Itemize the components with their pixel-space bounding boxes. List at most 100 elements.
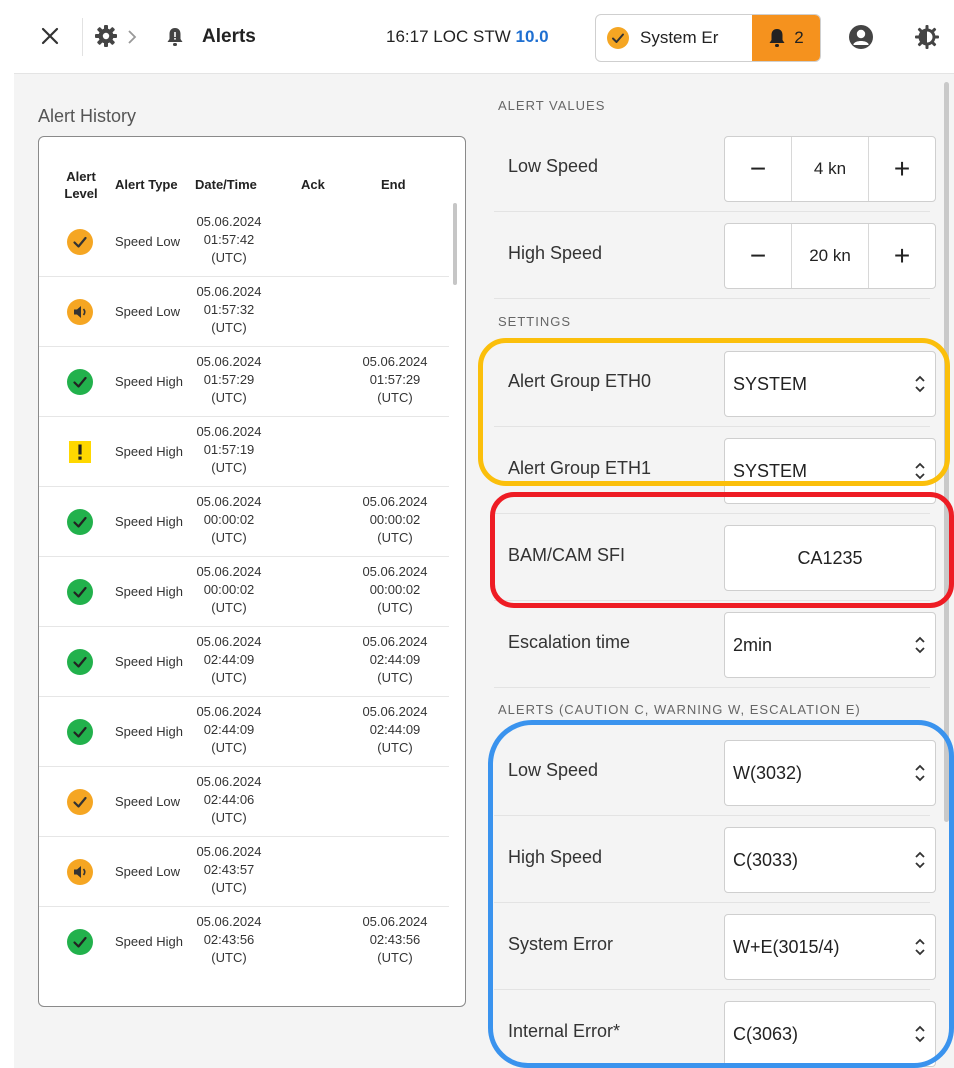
divider [82,18,83,56]
low-speed-decrement-button[interactable]: − [725,137,791,201]
table-row[interactable]: Speed High 05.06.2024 01:57:19 (UTC) [39,417,449,487]
alert-date: 05.06.2024 [196,284,262,299]
loc-label: LOC [433,27,469,46]
header-ack: Ack [301,177,325,192]
resolved-check-icon [66,648,94,676]
gear-icon[interactable] [92,22,120,50]
resolved-check-icon [66,368,94,396]
end-timezone: (UTC) [377,740,413,755]
alert-timezone: (UTC) [211,320,247,335]
table-row[interactable]: Speed High 05.06.2024 02:43:56 (UTC) 05.06.2… [39,907,449,977]
updown-arrow-icon [905,828,935,892]
end-date: 05.06.2024 [362,634,428,649]
table-row[interactable]: Speed High 05.06.2024 00:00:02 (UTC) 05.06.2… [39,557,449,627]
status-indicator[interactable]: System Er [596,15,752,61]
end-date: 05.06.2024 [362,354,428,369]
header-datetime: Date/Time [195,177,257,192]
header-type: Alert Type [115,177,178,192]
low-speed-stepper[interactable]: − 4 kn + [724,136,936,202]
high-speed-stepper[interactable]: − 20 kn + [724,223,936,289]
alert-type: Speed Low [115,794,181,809]
stw-label: STW [472,27,511,46]
alert-end: 05.06.2024 02:44:09 (UTC) [355,633,435,687]
alert-datetime: 05.06.2024 02:43:56 (UTC) [189,913,269,967]
alert-internal-error-select[interactable]: C(3063) [724,1001,936,1067]
section-alerts: ALERTS (CAUTION C, WARNING W, ESCALATION… [498,702,861,717]
table-row[interactable]: Speed Low 05.06.2024 02:44:06 (UTC) [39,767,449,837]
bam-cam-sfi-row: BAM/CAM SFI CA1235 [494,515,936,601]
end-timezone: (UTC) [377,390,413,405]
alert-type: Speed High [115,934,183,949]
alert-high-speed-row: High Speed C(3033) [494,817,936,903]
table-row[interactable]: Speed Low 05.06.2024 01:57:32 (UTC) [39,277,449,347]
alert-datetime: 05.06.2024 01:57:29 (UTC) [189,353,269,407]
high-speed-increment-button[interactable]: + [869,224,935,288]
alert-timezone: (UTC) [211,810,247,825]
alert-timezone: (UTC) [211,390,247,405]
system-status-button[interactable]: System Er 2 [595,14,821,62]
low-speed-label: Low Speed [508,156,599,176]
alert-type: Speed High [115,374,183,389]
table-row[interactable]: Speed High 05.06.2024 01:57:29 (UTC) 05.06.2… [39,347,449,417]
bam-cam-sfi-label: BAM/CAM SFI [508,545,626,565]
alert-group-eth1-select[interactable]: SYSTEM [724,438,936,504]
stw-value: 10.0 [515,27,549,46]
table-row[interactable]: Speed Low 05.06.2024 01:57:42 (UTC) [39,207,449,277]
updown-arrow-icon [905,613,935,677]
close-icon[interactable] [36,22,64,50]
escalation-time-select[interactable]: 2min [724,612,936,678]
low-speed-increment-button[interactable]: + [869,137,935,201]
active-alerts-badge[interactable]: 2 [752,15,820,61]
alert-type: Speed High [115,444,183,459]
header-end: End [381,177,406,192]
user-icon[interactable] [846,22,876,52]
end-date: 05.06.2024 [362,564,428,579]
alert-type: Speed Low [115,234,181,249]
end-timezone: (UTC) [377,600,413,615]
alert-type: Speed Low [115,864,181,879]
alert-timezone: (UTC) [211,250,247,265]
alert-system-error-select[interactable]: W+E(3015/4) [724,914,936,980]
table-row[interactable]: Speed High 05.06.2024 00:00:02 (UTC) 05.06.2… [39,487,449,557]
alert-internal-error-label: Internal Error* [508,1021,621,1041]
low-speed-row: Low Speed − 4 kn + [494,126,936,212]
alert-datetime: 05.06.2024 01:57:19 (UTC) [189,423,269,477]
end-timezone: (UTC) [377,950,413,965]
alert-datetime: 05.06.2024 00:00:02 (UTC) [189,563,269,617]
alert-history-pane: Alert History Alert Level Alert Type Dat… [14,74,486,1068]
alert-timezone: (UTC) [211,600,247,615]
high-speed-label: High Speed [508,243,603,263]
high-speed-row: High Speed − 20 kn + [494,213,936,299]
table-row[interactable]: Speed High 05.06.2024 02:44:09 (UTC) 05.06.2… [39,697,449,767]
end-time: 00:00:02 [369,512,421,527]
alert-group-eth1-label: Alert Group ETH1 [508,458,652,478]
alert-timezone: (UTC) [211,950,247,965]
escalation-time-row: Escalation time 2min [494,602,936,688]
updown-arrow-icon [905,439,935,503]
alert-group-eth0-select[interactable]: SYSTEM [724,351,936,417]
alert-history-table[interactable]: Alert Level Alert Type Date/Time Ack End… [38,136,466,1007]
alert-low-speed-label: Low Speed [508,760,599,780]
theme-icon[interactable] [912,22,942,52]
alert-datetime: 05.06.2024 01:57:42 (UTC) [189,213,269,267]
resolved-check-icon [66,928,94,956]
alert-type: Speed High [115,654,183,669]
alert-timezone: (UTC) [211,530,247,545]
alert-date: 05.06.2024 [196,634,262,649]
settings-scrollbar[interactable] [944,82,949,822]
alert-high-speed-select[interactable]: C(3033) [724,827,936,893]
high-speed-decrement-button[interactable]: − [725,224,791,288]
table-row[interactable]: Speed High 05.06.2024 02:44:09 (UTC) 05.06.2… [39,627,449,697]
table-row[interactable]: Speed Low 05.06.2024 02:43:57 (UTC) [39,837,449,907]
end-time: 02:44:09 [369,652,421,667]
scrollbar[interactable] [453,203,457,285]
escalation-time-label: Escalation time [508,632,631,652]
alert-end: 05.06.2024 00:00:02 (UTC) [355,493,435,547]
alert-end: 05.06.2024 01:57:29 (UTC) [355,353,435,407]
bam-cam-sfi-input[interactable]: CA1235 [724,525,936,591]
alert-low-speed-select[interactable]: W(3032) [724,740,936,806]
alert-time: 02:43:57 [203,862,255,877]
updown-arrow-icon [905,741,935,805]
updown-arrow-icon [905,1002,935,1066]
time-value: 16:17 [386,27,429,46]
